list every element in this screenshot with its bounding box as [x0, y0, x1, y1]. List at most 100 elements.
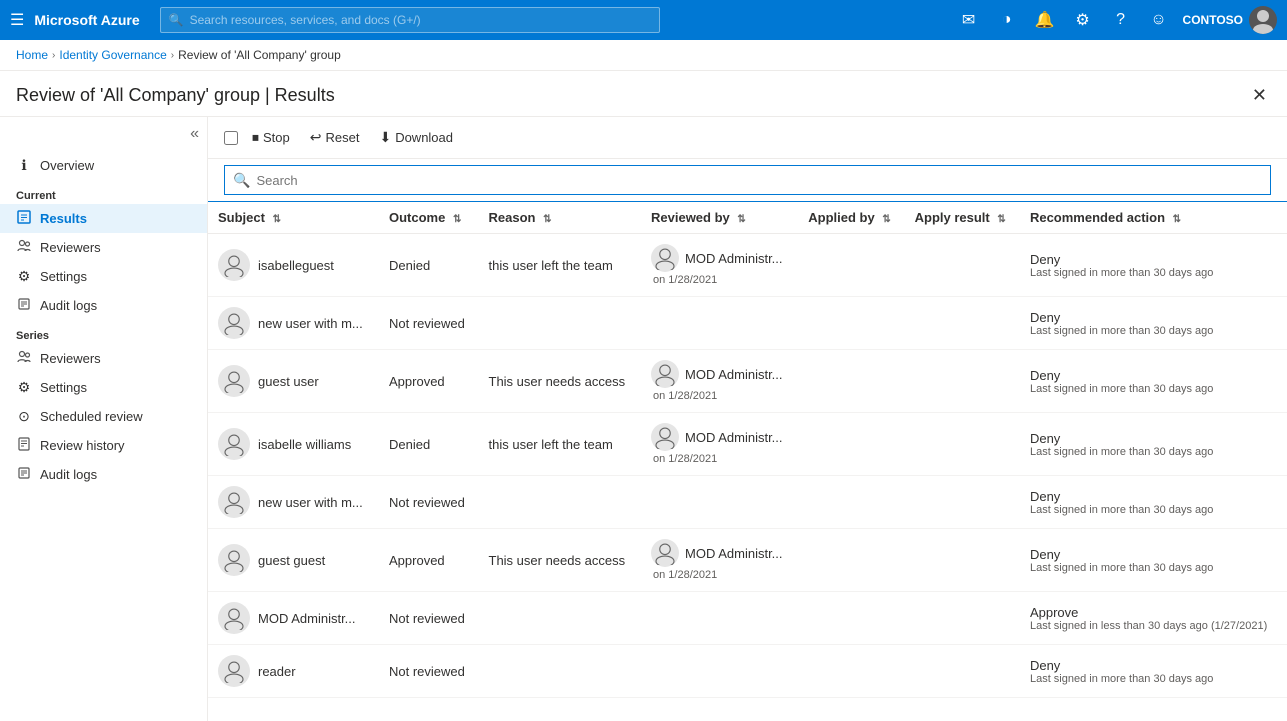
cell-reviewed-by: MOD Administr...on 1/28/2021 — [641, 413, 798, 476]
rec-detail-label: Last signed in more than 30 days ago — [1030, 267, 1277, 279]
reviewer-name: MOD Administr... — [685, 430, 783, 445]
cell-apply-result — [905, 645, 1020, 698]
rec-action-label: Approve — [1030, 605, 1277, 620]
sidebar-collapse-button[interactable]: « — [0, 125, 207, 151]
main-panel: ⏹ Stop ↩ Reset ⬇ Download 🔍 — [208, 117, 1287, 721]
reviewer-avatar — [651, 360, 679, 388]
sidebar-audit-current-label: Audit logs — [40, 298, 97, 313]
sidebar-item-results[interactable]: Results — [0, 204, 207, 233]
cell-recommended-action: DenyLast signed in more than 30 days ago — [1020, 234, 1287, 297]
cell-apply-result — [905, 297, 1020, 350]
subject-name: new user with m... — [258, 316, 363, 331]
rec-action-label: Deny — [1030, 368, 1277, 383]
sidebar-scheduled-review-label: Scheduled review — [40, 409, 143, 424]
reviewer-avatar — [651, 244, 679, 272]
sidebar-item-scheduled-review[interactable]: ⊙ Scheduled review — [0, 402, 207, 431]
subject-avatar — [218, 307, 250, 339]
cell-reason — [479, 476, 642, 529]
subject-name: guest user — [258, 374, 319, 389]
page-header: Review of 'All Company' group | Results … — [0, 71, 1287, 117]
col-apply-result[interactable]: Apply result ⇅ — [905, 202, 1020, 234]
rec-action-label: Deny — [1030, 310, 1277, 325]
global-search-bar[interactable]: 🔍 Search resources, services, and docs (… — [160, 7, 660, 33]
reviewer-date: on 1/28/2021 — [651, 569, 788, 581]
cell-outcome: Denied — [379, 413, 479, 476]
sort-reason-icon: ⇅ — [543, 214, 551, 225]
sidebar-item-reviewers-current[interactable]: Reviewers — [0, 233, 207, 262]
results-table: Subject ⇅ Outcome ⇅ Reason ⇅ — [208, 202, 1287, 698]
sort-apply-result-icon: ⇅ — [997, 214, 1005, 225]
notifications-icon[interactable]: ✉ — [953, 4, 985, 36]
sidebar-item-audit-current[interactable]: Audit logs — [0, 291, 207, 320]
current-section-label: Current — [0, 184, 207, 204]
settings-icon[interactable]: ⚙ — [1067, 4, 1099, 36]
cell-apply-result — [905, 592, 1020, 645]
subject-name: guest guest — [258, 553, 325, 568]
breadcrumb: Home › Identity Governance › Review of '… — [0, 40, 1287, 71]
scheduled-review-icon: ⊙ — [16, 408, 32, 425]
cell-reason — [479, 592, 642, 645]
subject-avatar — [218, 486, 250, 518]
settings-current-icon: ⚙ — [16, 268, 32, 285]
global-search-placeholder: Search resources, services, and docs (G+… — [190, 13, 421, 27]
subject-name: reader — [258, 664, 296, 679]
subject-name: MOD Administr... — [258, 611, 356, 626]
feedback-icon[interactable]: ☺ — [1143, 4, 1175, 36]
subject-name: new user with m... — [258, 495, 363, 510]
col-reason[interactable]: Reason ⇅ — [479, 202, 642, 234]
cell-outcome: Not reviewed — [379, 476, 479, 529]
help-icon[interactable]: ? — [1105, 4, 1137, 36]
download-button[interactable]: ⬇ Download — [371, 125, 461, 150]
reviewer-name: MOD Administr... — [685, 367, 783, 382]
cell-applied-by — [798, 476, 904, 529]
stop-button[interactable]: ⏹ Stop — [244, 125, 298, 150]
sidebar-item-overview[interactable]: ℹ Overview — [0, 151, 207, 180]
nav-icons: ✉ ◑ 🔔 ⚙ ? ☺ — [953, 4, 1175, 36]
cell-apply-result — [905, 476, 1020, 529]
search-input[interactable] — [256, 173, 1262, 188]
hamburger-icon[interactable]: ☰ — [10, 10, 24, 30]
stop-checkbox[interactable] — [224, 131, 238, 145]
cell-reviewed-by — [641, 476, 798, 529]
table-row: readerNot reviewedDenyLast signed in mor… — [208, 645, 1287, 698]
reviewer-date: on 1/28/2021 — [651, 274, 788, 286]
sidebar-item-settings-current[interactable]: ⚙ Settings — [0, 262, 207, 291]
alerts-icon[interactable]: 🔔 — [1029, 4, 1061, 36]
col-outcome[interactable]: Outcome ⇅ — [379, 202, 479, 234]
col-subject[interactable]: Subject ⇅ — [208, 202, 379, 234]
sidebar-item-audit-series[interactable]: Audit logs — [0, 460, 207, 489]
sidebar-reviewers-current-label: Reviewers — [40, 240, 101, 255]
cell-subject: reader — [208, 645, 379, 698]
table-row: new user with m...Not reviewedDenyLast s… — [208, 476, 1287, 529]
cell-reason: this user left the team — [479, 234, 642, 297]
breadcrumb-home[interactable]: Home — [16, 48, 48, 62]
username-label: CONTOSO — [1183, 13, 1243, 27]
sidebar-results-label: Results — [40, 211, 87, 226]
download-label: Download — [395, 130, 453, 145]
sidebar-item-settings-series[interactable]: ⚙ Settings — [0, 373, 207, 402]
sidebar-reviewers-series-label: Reviewers — [40, 351, 101, 366]
rec-detail-label: Last signed in more than 30 days ago — [1030, 446, 1277, 458]
sidebar-settings-series-label: Settings — [40, 380, 87, 395]
reviewer-name: MOD Administr... — [685, 546, 783, 561]
breadcrumb-identity-governance[interactable]: Identity Governance — [59, 48, 166, 62]
reset-button[interactable]: ↩ Reset — [302, 125, 368, 150]
sidebar-item-review-history[interactable]: Review history — [0, 431, 207, 460]
sort-applied-icon: ⇅ — [882, 214, 890, 225]
cell-reason: This user needs access — [479, 529, 642, 592]
col-recommended-action[interactable]: Recommended action ⇅ — [1020, 202, 1287, 234]
search-input-wrapper: 🔍 — [224, 165, 1271, 195]
close-button[interactable]: ✕ — [1248, 81, 1271, 110]
col-reviewed-by[interactable]: Reviewed by ⇅ — [641, 202, 798, 234]
cell-subject: isabelle williams — [208, 413, 379, 476]
cell-apply-result — [905, 529, 1020, 592]
cloud-shell-icon[interactable]: ◑ — [991, 4, 1023, 36]
rec-detail-label: Last signed in less than 30 days ago (1/… — [1030, 620, 1277, 632]
user-area[interactable]: CONTOSO — [1183, 6, 1277, 34]
collapse-icon: « — [190, 125, 199, 143]
sidebar-item-reviewers-series[interactable]: Reviewers — [0, 344, 207, 373]
cell-reviewed-by — [641, 592, 798, 645]
table-row: guest userApprovedThis user needs access… — [208, 350, 1287, 413]
col-applied-by[interactable]: Applied by ⇅ — [798, 202, 904, 234]
page-title: Review of 'All Company' group | Results — [16, 85, 335, 106]
